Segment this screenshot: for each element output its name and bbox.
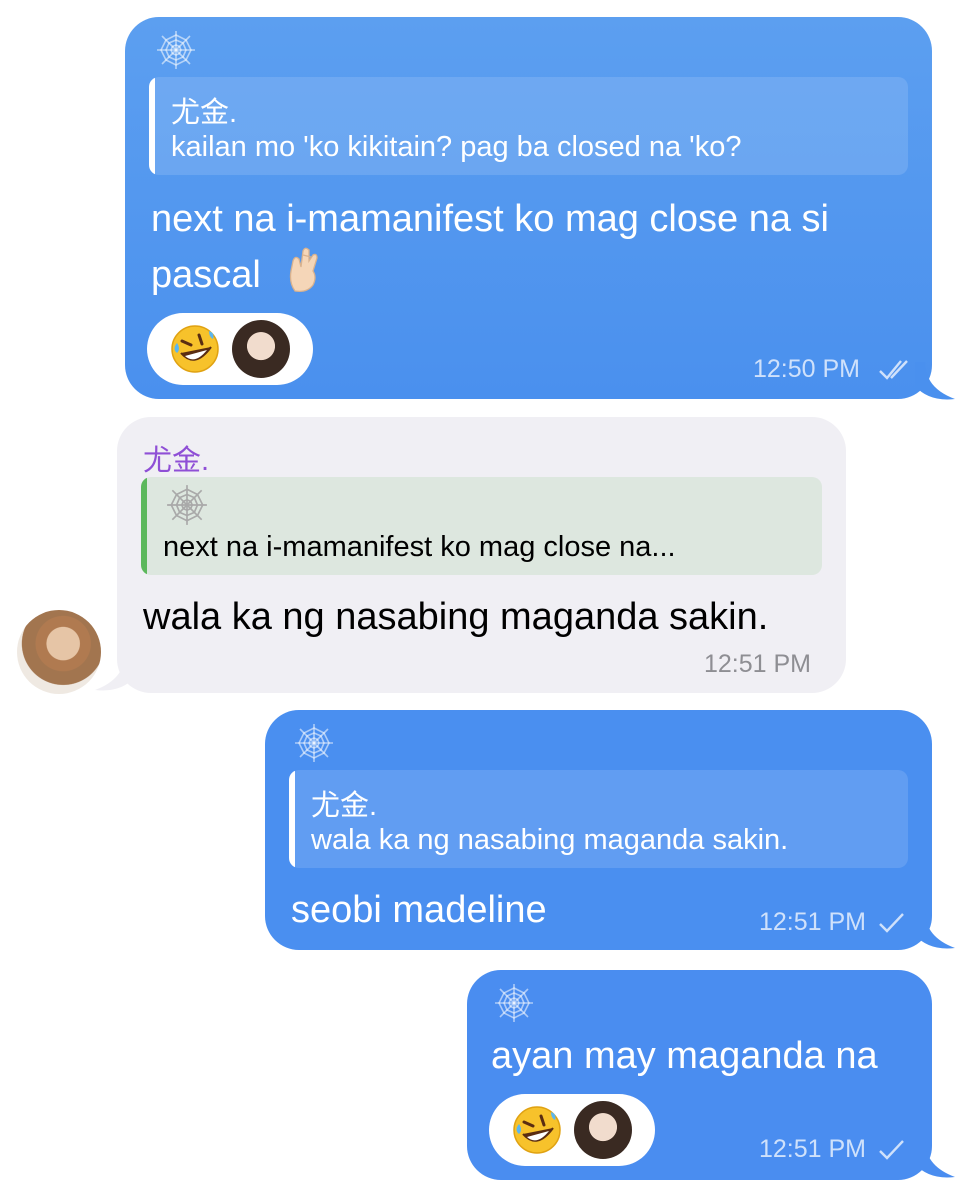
crossed-fingers-emoji (285, 247, 323, 293)
reply-quote[interactable]: 尤金. kailan mo 'ko kikitain? pag ba close… (149, 77, 908, 175)
message-time: 12:51 PM (759, 1135, 867, 1163)
check-icon (879, 1140, 904, 1160)
rofl-emoji (512, 1105, 562, 1155)
message-text-line: pascal (151, 247, 323, 303)
bubble-tail (95, 653, 135, 691)
reply-quote[interactable]: next na i-mamanifest ko mag close na... (141, 477, 822, 575)
message-text: ayan may maganda na (491, 1035, 878, 1077)
bubble-tail (915, 362, 955, 400)
outgoing-message-bubble[interactable]: 尤金. wala ka ng nasabing maganda sakin. s… (265, 710, 955, 950)
reply-text: kailan mo 'ko kikitain? pag ba closed na… (171, 131, 742, 163)
message-time: 12:51 PM (759, 908, 867, 936)
message-text-line: next na i-mamanifest ko mag close na si (151, 198, 829, 240)
reply-sender-name: 尤金. (311, 790, 378, 822)
reaction-avatar[interactable] (574, 1101, 632, 1159)
bubble-tail (915, 911, 955, 949)
reaction-pill[interactable] (489, 1094, 655, 1166)
reply-quote[interactable]: 尤金. wala ka ng nasabing maganda sakin. (289, 770, 908, 868)
reply-sender-name: 尤金. (171, 97, 238, 129)
message-text: wala ka ng nasabing maganda sakin. (143, 596, 769, 638)
spiderweb-icon (494, 983, 534, 1023)
reply-text: next na i-mamanifest ko mag close na... (163, 531, 676, 563)
check-icon (879, 913, 904, 933)
sender-name: 尤金. (143, 445, 210, 477)
message-time: 12:50 PM (753, 355, 861, 383)
bubble-tail (915, 1140, 955, 1178)
rofl-emoji (170, 324, 220, 374)
reply-text: wala ka ng nasabing maganda sakin. (311, 824, 789, 856)
double-check-icon (879, 360, 908, 380)
reply-bar (289, 770, 295, 868)
spiderweb-icon (166, 484, 208, 526)
message-text: pascal (151, 254, 261, 296)
reaction-avatar[interactable] (232, 320, 290, 378)
reaction-pill[interactable] (147, 313, 313, 385)
reply-bar (149, 77, 155, 175)
outgoing-message-bubble[interactable]: ayan may maganda na 12:51 PM (467, 970, 955, 1180)
spiderweb-icon (294, 723, 334, 763)
message-time: 12:51 PM (704, 650, 812, 678)
chat-view: 尤金. kailan mo 'ko kikitain? pag ba close… (0, 0, 957, 1200)
outgoing-message-bubble[interactable]: 尤金. kailan mo 'ko kikitain? pag ba close… (125, 17, 955, 400)
reply-bar (141, 477, 147, 575)
sender-avatar[interactable] (17, 610, 101, 694)
message-text: seobi madeline (291, 889, 547, 931)
incoming-message-bubble[interactable]: 尤金. next na i-mamanifest ko mag close na… (95, 417, 846, 693)
spiderweb-icon (156, 30, 196, 70)
